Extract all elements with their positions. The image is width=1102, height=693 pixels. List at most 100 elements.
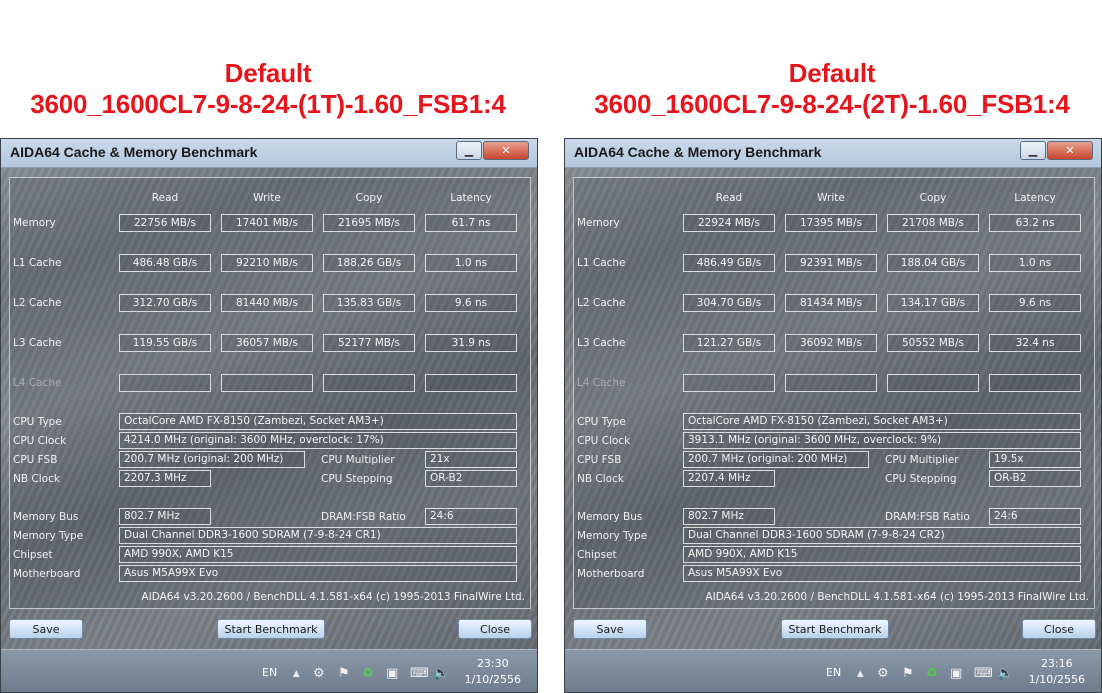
l1-write: 92210 MB/s [221,254,313,272]
speaker-icon[interactable]: 🔈 [433,666,449,681]
l4-read [119,374,211,392]
flag-icon[interactable]: ⚑ [338,666,350,681]
col-copy: Copy [355,192,383,204]
l2-latency: 9.6 ns [989,294,1081,312]
l1-copy: 188.04 GB/s [887,254,979,272]
l4-latency [425,374,517,392]
label-cpu-clock: CPU Clock [13,435,67,447]
left-save-button[interactable]: Save [9,619,83,639]
left-taskbar: EN ▴ ⚙ ⚑ ♻ ▣ ⌨ 🔈 23:30 1/10/2556 [1,649,537,692]
l3-write: 36092 MB/s [785,334,877,352]
close-icon[interactable]: ✕ [1047,141,1093,160]
minimize-icon[interactable]: ▁ [1020,141,1046,160]
row-label-l4: L4 Cache [13,377,62,389]
left-titlebar: AIDA64 Cache & Memory Benchmark ▁ ✕ [1,139,537,168]
right-heading: Default 3600_1600CL7-9-8-24-(2T)-1.60_FS… [552,58,1102,120]
l2-write: 81440 MB/s [221,294,313,312]
row-label-l2: L2 Cache [13,297,62,309]
l1-read: 486.49 GB/s [683,254,775,272]
label-memory-type: Memory Type [13,530,84,542]
right-heading-line2: 3600_1600CL7-9-8-24-(2T)-1.60_FSB1:4 [594,89,1070,119]
monitor-icon[interactable]: ▣ [386,666,398,681]
keyboard-icon[interactable]: ⌨ [974,666,993,681]
l2-write: 81434 MB/s [785,294,877,312]
chipset-value: AMD 990X, AMD K15 [683,546,1081,563]
dram-fsb-value: 24:6 [425,508,517,525]
cpu-fsb-value: 200.7 MHz (original: 200 MHz) [119,451,305,468]
col-read: Read [715,192,743,204]
flag-icon[interactable]: ⚑ [902,666,914,681]
update-icon[interactable]: ♻ [926,666,938,681]
memory-type-value: Dual Channel DDR3-1600 SDRAM (7-9-8-24 C… [119,527,517,544]
close-icon[interactable]: ✕ [483,141,529,160]
network-icon[interactable]: ⚙ [877,666,889,681]
left-clock-time: 23:30 [476,657,509,670]
l1-read: 486.48 GB/s [119,254,211,272]
motherboard-value: Asus M5A99X Evo [683,565,1081,582]
label-cpu-multiplier: CPU Multiplier [321,454,395,466]
left-close-button[interactable]: Close [458,619,532,639]
l4-write [221,374,313,392]
memory-read: 22756 MB/s [119,214,211,232]
right-language-indicator[interactable]: EN [826,666,841,679]
label-motherboard: Motherboard [577,568,645,580]
l3-read: 121.27 GB/s [683,334,775,352]
memory-write: 17395 MB/s [785,214,877,232]
label-cpu-fsb: CPU FSB [577,454,622,466]
speaker-icon[interactable]: 🔈 [997,666,1013,681]
cpu-fsb-value: 200.7 MHz (original: 200 MHz) [683,451,869,468]
left-language-indicator[interactable]: EN [262,666,277,679]
cpu-multiplier-value: 21x [425,451,517,468]
monitor-icon[interactable]: ▣ [950,666,962,681]
update-icon[interactable]: ♻ [362,666,374,681]
memory-bus-value: 802.7 MHz [683,508,775,525]
label-cpu-type: CPU Type [13,416,62,428]
l3-copy: 52177 MB/s [323,334,415,352]
l1-write: 92391 MB/s [785,254,877,272]
memory-copy: 21708 MB/s [887,214,979,232]
cpu-type-value: OctalCore AMD FX-8150 (Zambezi, Socket A… [683,413,1081,430]
cpu-type-value: OctalCore AMD FX-8150 (Zambezi, Socket A… [119,413,517,430]
label-dram-fsb: DRAM:FSB Ratio [885,511,970,523]
l2-read: 312.70 GB/s [119,294,211,312]
left-heading-line2: 3600_1600CL7-9-8-24-(1T)-1.60_FSB1:4 [30,89,506,119]
left-clock[interactable]: 23:30 1/10/2556 [465,656,521,688]
left-results-frame [9,177,531,609]
l4-write [785,374,877,392]
right-clock[interactable]: 23:16 1/10/2556 [1029,656,1085,688]
col-write: Write [817,192,845,204]
cpu-stepping-value: OR-B2 [425,470,517,487]
label-memory-type: Memory Type [577,530,648,542]
label-chipset: Chipset [577,549,617,561]
label-cpu-type: CPU Type [577,416,626,428]
keyboard-icon[interactable]: ⌨ [410,666,429,681]
label-memory-bus: Memory Bus [13,511,79,523]
network-icon[interactable]: ⚙ [313,666,325,681]
l2-copy: 134.17 GB/s [887,294,979,312]
nb-clock-value: 2207.4 MHz [683,470,775,487]
right-start-benchmark-button[interactable]: Start Benchmark [781,619,889,639]
right-taskbar: EN ▴ ⚙ ⚑ ♻ ▣ ⌨ 🔈 23:16 1/10/2556 [565,649,1101,692]
tray-arrow-icon[interactable]: ▴ [293,666,300,681]
left-clock-date: 1/10/2556 [464,673,521,686]
minimize-icon[interactable]: ▁ [456,141,482,160]
memory-copy: 21695 MB/s [323,214,415,232]
tray-arrow-icon[interactable]: ▴ [857,666,864,681]
l2-copy: 135.83 GB/s [323,294,415,312]
l1-latency: 1.0 ns [989,254,1081,272]
row-label-l3: L3 Cache [13,337,62,349]
col-read: Read [151,192,179,204]
left-window-controls: ▁ ✕ [455,141,529,160]
left-start-benchmark-button[interactable]: Start Benchmark [217,619,325,639]
right-save-button[interactable]: Save [573,619,647,639]
label-dram-fsb: DRAM:FSB Ratio [321,511,406,523]
l1-latency: 1.0 ns [425,254,517,272]
motherboard-value: Asus M5A99X Evo [119,565,517,582]
label-memory-bus: Memory Bus [577,511,643,523]
label-nb-clock: NB Clock [13,473,60,485]
dram-fsb-value: 24:6 [989,508,1081,525]
chipset-value: AMD 990X, AMD K15 [119,546,517,563]
memory-latency: 63.2 ns [989,214,1081,232]
memory-bus-value: 802.7 MHz [119,508,211,525]
right-close-button[interactable]: Close [1022,619,1096,639]
